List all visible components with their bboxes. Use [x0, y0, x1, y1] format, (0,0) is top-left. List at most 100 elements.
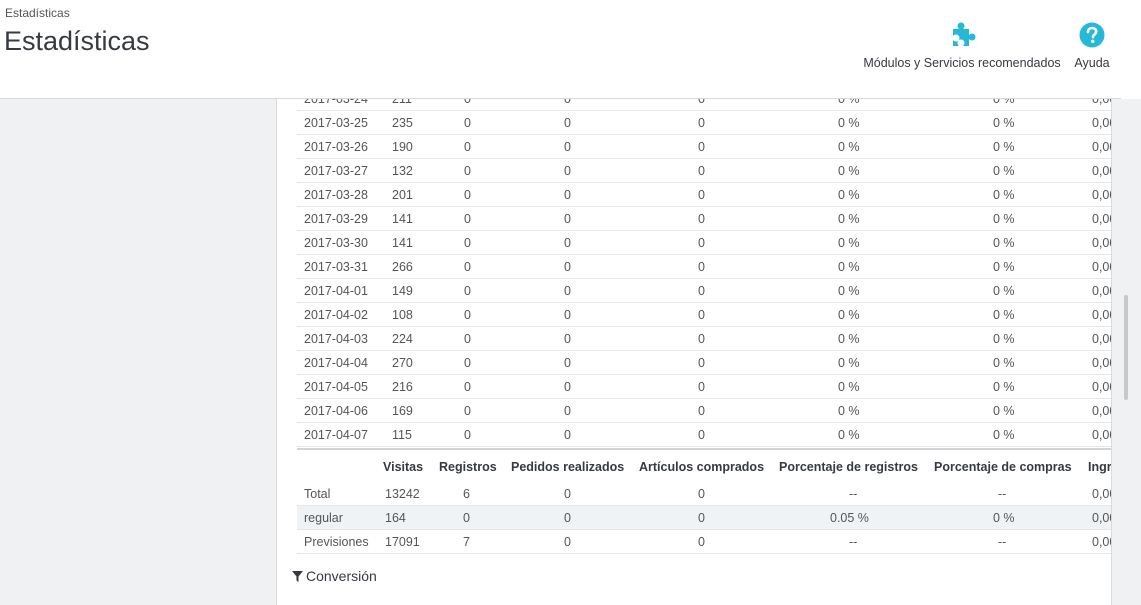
cell-registros: 7: [463, 535, 470, 549]
column-header-pct-compras[interactable]: Porcentaje de compras: [934, 450, 1072, 484]
conversion-section-toggle[interactable]: Conversión: [292, 568, 377, 585]
question-circle-icon: [1070, 20, 1114, 50]
cell-date: 2017-04-04: [304, 356, 368, 370]
cell-visitas: 211: [392, 99, 412, 106]
cell-registros: 0: [464, 212, 471, 226]
cell-visitas: 235: [392, 116, 413, 130]
recommended-modules-label: Módulos y Servicios recomendados: [863, 56, 1061, 70]
cell-registros: 0: [464, 99, 471, 106]
table-row: 2017-04-01 149 0 0 0 0 % 0 % 0,00 A: [297, 279, 1111, 303]
table-row: 2017-03-26 190 0 0 0 0 % 0 % 0,00 A: [297, 135, 1111, 159]
table-row: 2017-04-05 216 0 0 0 0 % 0 % 0,00 A: [297, 375, 1111, 399]
cell-pedidos: 0: [564, 487, 571, 501]
cell-date: 2017-04-05: [304, 380, 368, 394]
cell-date: 2017-04-02: [304, 308, 368, 322]
cell-visitas: 270: [392, 356, 413, 370]
cell-registros: 0: [464, 188, 471, 202]
cell-registros: 6: [463, 487, 470, 501]
cell-ingresos: 0,00 A: [1092, 332, 1111, 346]
cell-articulos: 0: [698, 99, 705, 106]
column-header-pct-registros[interactable]: Porcentaje de registros: [779, 450, 918, 484]
vertical-scrollbar[interactable]: [1124, 295, 1128, 400]
cell-visitas: 108: [392, 308, 413, 322]
cell-articulos: 0: [698, 487, 705, 501]
cell-articulos: 0: [698, 116, 705, 130]
cell-pct-compras: 0 %: [993, 164, 1015, 178]
cell-pct-registros: 0 %: [838, 99, 860, 106]
cell-registros: 0: [464, 308, 471, 322]
page-header: Estadísticas Estadísticas Módulos y Serv…: [0, 0, 1121, 99]
cell-pct-registros: 0 %: [838, 212, 860, 226]
cell-pct-registros: 0 %: [838, 356, 860, 370]
cell-pedidos: 0: [564, 236, 571, 250]
column-header-registros[interactable]: Registros: [439, 450, 497, 484]
cell-articulos: 0: [698, 428, 705, 442]
cell-registros: 0: [464, 116, 471, 130]
cell-pedidos: 0: [564, 332, 571, 346]
cell-pedidos: 0: [564, 188, 571, 202]
summary-row: Previsiones 17091 7 0 0 -- -- 0,00 A: [297, 530, 1111, 554]
cell-pct-compras: 0 %: [993, 511, 1015, 525]
cell-label: Total: [304, 487, 331, 501]
column-header-articulos[interactable]: Artículos comprados: [639, 450, 764, 484]
cell-pct-compras: 0 %: [993, 260, 1015, 274]
cell-articulos: 0: [698, 404, 705, 418]
cell-pct-registros: --: [849, 487, 858, 501]
cell-articulos: 0: [698, 236, 705, 250]
cell-pct-compras: 0 %: [993, 428, 1015, 442]
table-row: 2017-04-03 224 0 0 0 0 % 0 % 0,00 A: [297, 327, 1111, 351]
cell-visitas: 149: [392, 284, 413, 298]
conversion-label: Conversión: [306, 568, 377, 584]
cell-pct-compras: 0 %: [993, 356, 1015, 370]
cell-registros: 0: [464, 140, 471, 154]
cell-visitas: 201: [392, 188, 413, 202]
column-header-visitas[interactable]: Visitas: [383, 450, 423, 484]
cell-pct-compras: 0 %: [993, 140, 1015, 154]
cell-ingresos: 0,00 A: [1092, 140, 1111, 154]
cell-registros: 0: [464, 380, 471, 394]
cell-pedidos: 0: [564, 212, 571, 226]
cell-articulos: 0: [698, 164, 705, 178]
cell-visitas: 141: [392, 212, 413, 226]
cell-ingresos: 0,00 A: [1092, 511, 1111, 525]
cell-date: 2017-04-06: [304, 404, 368, 418]
cell-pct-registros: 0 %: [838, 164, 860, 178]
cell-pct-compras: 0 %: [993, 404, 1015, 418]
cell-pct-compras: 0 %: [993, 332, 1015, 346]
cell-articulos: 0: [698, 308, 705, 322]
cell-articulos: 0: [698, 511, 705, 525]
cell-articulos: 0: [698, 380, 705, 394]
cell-visitas: 164: [385, 511, 406, 525]
cell-ingresos: 0,00 A: [1092, 116, 1111, 130]
cell-ingresos: 0,00 A: [1092, 164, 1111, 178]
cell-pct-compras: 0 %: [993, 116, 1015, 130]
table-row: 2017-04-02 108 0 0 0 0 % 0 % 0,00 A: [297, 303, 1111, 327]
cell-pedidos: 0: [564, 356, 571, 370]
table-row: 2017-03-25 235 0 0 0 0 % 0 % 0,00 A: [297, 111, 1111, 135]
breadcrumb[interactable]: Estadísticas: [5, 6, 70, 20]
cell-pct-registros: 0 %: [838, 140, 860, 154]
cell-pedidos: 0: [564, 308, 571, 322]
cell-pct-registros: 0 %: [838, 380, 860, 394]
cell-articulos: 0: [698, 332, 705, 346]
cell-registros: 0: [464, 332, 471, 346]
help-button[interactable]: Ayuda: [1070, 20, 1114, 70]
cell-pct-compras: 0 %: [993, 284, 1015, 298]
cell-pct-compras: --: [998, 487, 1007, 501]
cell-pedidos: 0: [564, 535, 571, 549]
cell-pct-registros: 0 %: [838, 188, 860, 202]
cell-pedidos: 0: [564, 404, 571, 418]
cell-date: 2017-03-25: [304, 116, 368, 130]
recommended-modules-button[interactable]: Módulos y Servicios recomendados: [862, 20, 1062, 70]
cell-ingresos: 0,00 A: [1092, 487, 1111, 501]
cell-pct-registros: 0 %: [838, 404, 860, 418]
cell-ingresos: 0,00 A: [1092, 260, 1111, 274]
cell-visitas: 216: [392, 380, 413, 394]
cell-ingresos: 0,00 A: [1092, 428, 1111, 442]
column-header-pedidos[interactable]: Pedidos realizados: [511, 450, 624, 484]
cell-pedidos: 0: [564, 164, 571, 178]
page-title: Estadísticas: [4, 26, 150, 56]
cell-articulos: 0: [698, 260, 705, 274]
cell-pct-compras: 0 %: [993, 99, 1015, 106]
column-header-ingresos[interactable]: Ingresos: [1088, 450, 1111, 484]
